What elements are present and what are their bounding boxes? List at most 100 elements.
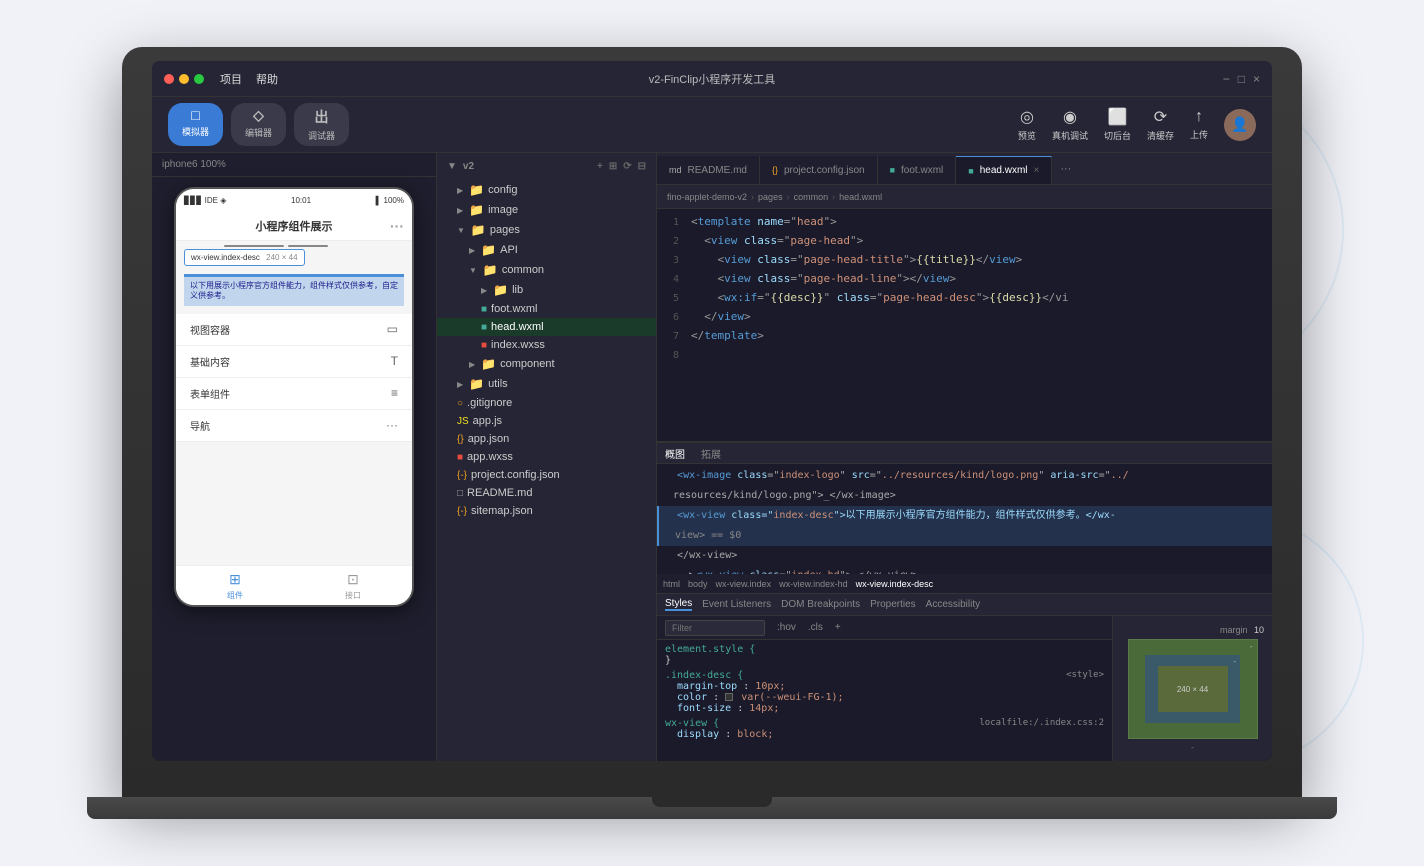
css-val-display: block; — [737, 729, 773, 740]
api-tab-label: 接口 — [345, 590, 361, 601]
title-bar-right: − □ × — [1060, 72, 1260, 86]
toolbar-tab-editor[interactable]: ◇ 编辑器 — [231, 103, 286, 146]
elem-tab-wx-index[interactable]: wx-view.index — [716, 579, 772, 589]
tree-item-app-json[interactable]: {} app.json — [437, 430, 656, 448]
phone-tab-components[interactable]: ⊞ 组件 — [227, 571, 243, 601]
realtest-label: 真机调试 — [1052, 129, 1088, 142]
new-file-icon[interactable]: + — [597, 161, 603, 172]
phone-menu-item-3[interactable]: 导航 ··· — [176, 410, 412, 442]
phone-menu-item-1[interactable]: 基础内容 T — [176, 346, 412, 378]
code-line-3: 3 <view class="page-head-title">{{title}… — [657, 251, 1272, 270]
styles-filter-input[interactable] — [665, 620, 765, 636]
folder-icon-pages: 📁 — [471, 223, 486, 237]
toolbar-tab-simulate[interactable]: □ 模拟器 — [168, 103, 223, 146]
tree-item-common[interactable]: ▼ 📁 common — [437, 260, 656, 280]
tree-item-utils[interactable]: ▶ 📁 utils — [437, 374, 656, 394]
lower-html-section[interactable]: <wx-image class="index-logo" src="../res… — [657, 464, 1272, 574]
tab-readme[interactable]: md README.md — [657, 156, 760, 184]
debug-label: 调试器 — [308, 129, 335, 142]
file-icon-app-wxss: ■ — [457, 452, 463, 463]
tree-item-component[interactable]: ▶ 📁 component — [437, 354, 656, 374]
close-icon[interactable]: × — [1253, 72, 1260, 86]
more-tabs-icon[interactable]: ··· — [1052, 163, 1079, 175]
phone-mockup: ▊▊▊ IDE ◈ 10:01 ▌ 100% 小程序组件展示 ··· — [174, 187, 414, 607]
tree-label-pages: pages — [490, 224, 520, 236]
action-preview[interactable]: ◎ 预览 — [1018, 107, 1036, 142]
elem-tab-wx-desc[interactable]: wx-view.index-desc — [856, 579, 934, 589]
upload-icon: ↑ — [1195, 108, 1203, 126]
ide-window: 项目 帮助 v2-FinClip小程序开发工具 − □ × — [152, 61, 1272, 761]
close-tab-icon[interactable]: × — [1034, 165, 1040, 176]
code-body[interactable]: 1 <template name="head"> 2 <view class="… — [657, 209, 1272, 441]
pseudo-toggle[interactable]: :hov — [777, 622, 796, 633]
tab-foot-wxml[interactable]: ■ foot.wxml — [878, 156, 957, 184]
minimize-button[interactable] — [179, 74, 189, 84]
tree-item-foot-wxml[interactable]: ■ foot.wxml — [437, 300, 656, 318]
elem-tab-wx-hd[interactable]: wx-view.index-hd — [779, 579, 848, 589]
css-source-style[interactable]: <style> — [1066, 670, 1104, 680]
inspector-tab-source[interactable]: 拓展 — [701, 446, 721, 461]
devtab-properties[interactable]: Properties — [870, 599, 916, 610]
devtab-dom-breakpoints[interactable]: DOM Breakpoints — [781, 599, 860, 610]
phone-more-btn[interactable]: ··· — [390, 218, 404, 234]
css-selector-index-desc: .index-desc { — [665, 670, 743, 681]
tree-item-lib[interactable]: ▶ 📁 lib — [437, 280, 656, 300]
action-cut[interactable]: ⬜ 切后台 — [1104, 107, 1131, 142]
action-realtest[interactable]: ◉ 真机调试 — [1052, 107, 1088, 142]
file-icon-readme: □ — [457, 488, 463, 499]
tab-label-foot-wxml: foot.wxml — [901, 165, 943, 176]
tab-project-config[interactable]: {} project.config.json — [760, 156, 878, 184]
phone-menu-item-0[interactable]: 视图容器 ▭ — [176, 314, 412, 346]
menu-help[interactable]: 帮助 — [256, 71, 278, 87]
css-source-index[interactable]: localfile:/.index.css:2 — [979, 718, 1104, 728]
maximize-icon[interactable]: □ — [1238, 72, 1245, 86]
tab-head-wxml[interactable]: ■ head.wxml × — [956, 156, 1052, 184]
cut-icon: ⬜ — [1108, 107, 1128, 127]
tree-item-app-js[interactable]: JS app.js — [437, 412, 656, 430]
new-folder-icon[interactable]: ⊞ — [609, 161, 617, 172]
phone-tab-api[interactable]: ⊡ 接口 — [345, 571, 361, 601]
devtab-accessibility[interactable]: Accessibility — [926, 599, 980, 610]
tree-item-api[interactable]: ▶ 📁 API — [437, 240, 656, 260]
refresh-icon[interactable]: ⟳ — [623, 161, 631, 172]
laptop-screen: 项目 帮助 v2-FinClip小程序开发工具 − □ × — [152, 61, 1272, 761]
tree-label-readme: README.md — [467, 487, 532, 499]
tree-item-sitemap[interactable]: {-} sitemap.json — [437, 502, 656, 520]
tree-item-head-wxml[interactable]: ■ head.wxml — [437, 318, 656, 336]
toolbar-tab-debug[interactable]: 出 调试器 — [294, 103, 349, 146]
menu-item-label-1: 基础内容 — [190, 354, 230, 369]
tree-item-app-wxss[interactable]: ■ app.wxss — [437, 448, 656, 466]
devtab-styles[interactable]: Styles — [665, 598, 692, 611]
realtest-icon: ◉ — [1063, 107, 1077, 127]
tree-item-readme[interactable]: □ README.md — [437, 484, 656, 502]
menu-project[interactable]: 项目 — [220, 71, 242, 87]
collapse-icon[interactable]: ⊟ — [638, 161, 646, 172]
tree-item-gitignore[interactable]: ○ .gitignore — [437, 394, 656, 412]
action-upload[interactable]: ↑ 上传 — [1190, 108, 1208, 141]
devtab-events[interactable]: Event Listeners — [702, 599, 771, 610]
code-editor-main[interactable]: 1 <template name="head"> 2 <view class="… — [657, 209, 1272, 761]
elem-tab-html[interactable]: html — [663, 579, 680, 589]
tree-label-app-js: app.js — [473, 415, 502, 427]
cls-toggle[interactable]: .cls — [808, 622, 823, 633]
tree-item-pages[interactable]: ▼ 📁 pages — [437, 220, 656, 240]
tree-item-image[interactable]: ▶ 📁 image — [437, 200, 656, 220]
add-style-btn[interactable]: + — [835, 622, 841, 633]
tree-item-project-config[interactable]: {-} project.config.json — [437, 466, 656, 484]
css-val-color: var(--weui-FG-1); — [741, 692, 843, 703]
tree-item-config[interactable]: ▶ 📁 config — [437, 180, 656, 200]
file-icon-app-js: JS — [457, 416, 469, 427]
user-avatar[interactable]: 👤 — [1224, 109, 1256, 141]
elem-tab-body[interactable]: body — [688, 579, 708, 589]
tree-label-image: image — [488, 204, 518, 216]
css-color: color : var(--weui-FG-1); — [657, 692, 1112, 703]
menu-item-icon-0: ▭ — [387, 322, 398, 336]
box-content-size: 240 × 44 — [1177, 685, 1208, 694]
minimize-icon[interactable]: − — [1223, 72, 1230, 86]
phone-menu-item-2[interactable]: 表单组件 ≡ — [176, 378, 412, 410]
action-clearcache[interactable]: ⟳ 清缓存 — [1147, 107, 1174, 142]
inspector-tab-dom[interactable]: 概图 — [665, 446, 685, 461]
maximize-button[interactable] — [194, 74, 204, 84]
close-button[interactable] — [164, 74, 174, 84]
tree-item-index-wxss[interactable]: ■ index.wxss — [437, 336, 656, 354]
